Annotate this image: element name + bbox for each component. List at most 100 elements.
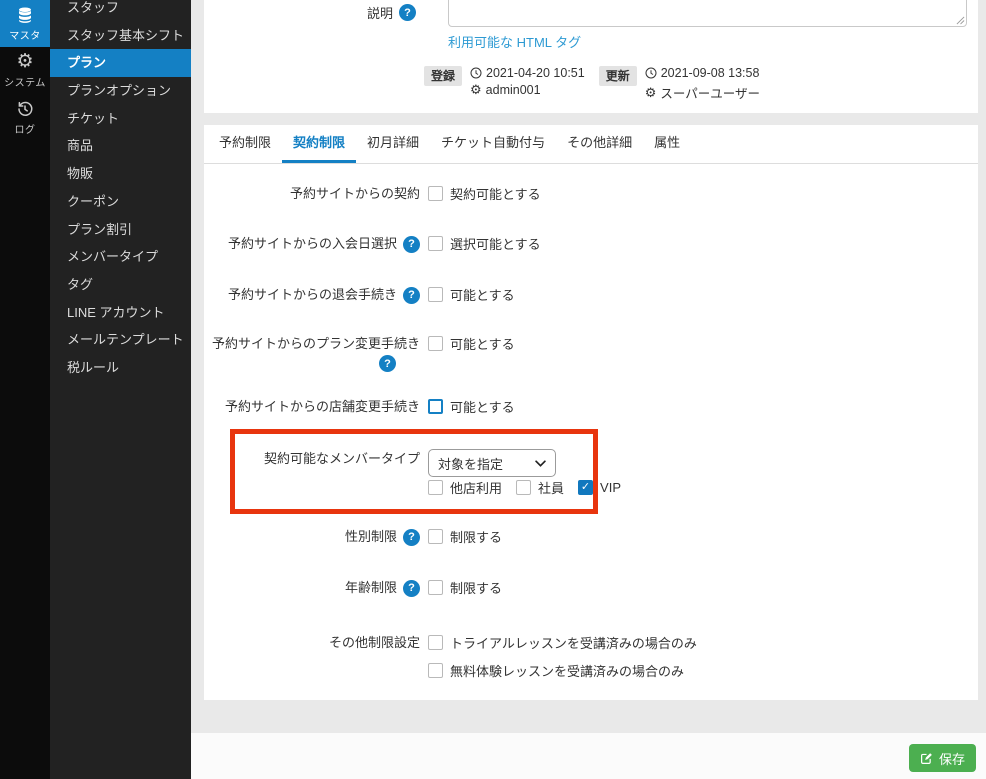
tab-attribute[interactable]: 属性 <box>643 125 691 163</box>
checkbox-label: 可能とする <box>450 397 515 416</box>
form-row-gender-restriction: 性別制限 ? 制限する <box>204 527 978 547</box>
row-label: 予約サイトからの店舗変更手続き <box>225 397 420 417</box>
checkbox-label: 他店利用 <box>450 478 502 497</box>
sidebar-item-member-type[interactable]: メンバータイプ <box>50 243 191 271</box>
checkbox-label: 制限する <box>450 527 502 546</box>
sidebar-item-plan[interactable]: プラン <box>50 49 191 77</box>
checkbox-box[interactable]: ✓ <box>578 480 593 495</box>
checkbox-label: 無料体験レッスンを受講済みの場合のみ <box>450 661 684 680</box>
row-label: 契約可能なメンバータイプ <box>264 449 420 469</box>
help-icon[interactable]: ? <box>379 355 396 372</box>
created-at: 2021-04-20 10:51 <box>486 66 585 80</box>
sidebar-item-product[interactable]: 商品 <box>50 132 191 160</box>
sidebar-item-line-account[interactable]: LINE アカウント <box>50 299 191 327</box>
help-icon[interactable]: ? <box>403 236 420 253</box>
sidebar-item-tax-rule[interactable]: 税ルール <box>50 354 191 382</box>
rail-item-label: システム <box>4 74 46 89</box>
sidebar-item-plan-option[interactable]: プランオプション <box>50 77 191 105</box>
sidebar-item-mail-template[interactable]: メールテンプレート <box>50 326 191 354</box>
row-label: 性別制限 <box>345 527 397 547</box>
clock-icon <box>470 67 482 79</box>
tab-bar: 予約制限 契約制限 初月詳細 チケット自動付与 その他詳細 属性 <box>204 125 978 164</box>
rail-item-log[interactable]: ログ <box>0 94 50 141</box>
checkbox-box[interactable] <box>428 663 443 678</box>
checkbox-plan-change-allowed[interactable]: 可能とする <box>428 334 515 353</box>
sidebar-item-plan-discount[interactable]: プラン割引 <box>50 216 191 244</box>
tab-first-month-detail[interactable]: 初月詳細 <box>356 125 430 163</box>
checkbox-box[interactable] <box>428 236 443 251</box>
checkbox-employee[interactable]: 社員 <box>516 478 564 497</box>
sidebar-item-goods[interactable]: 物販 <box>50 160 191 188</box>
checkbox-trial-lesson-only[interactable]: トライアルレッスンを受講済みの場合のみ <box>428 633 697 652</box>
form-row-withdrawal: 予約サイトからの退会手続き ? 可能とする <box>204 285 978 305</box>
save-button[interactable]: 保存 <box>909 744 976 772</box>
sidebar-item-ticket[interactable]: チケット <box>50 105 191 133</box>
chevron-down-icon <box>535 460 546 467</box>
sidebar-item-tag[interactable]: タグ <box>50 271 191 299</box>
form-row-age-restriction: 年齢制限 ? 制限する <box>204 578 978 598</box>
rail-item-label: ログ <box>15 121 36 136</box>
form-row-other-restrictions-2: 無料体験レッスンを受講済みの場合のみ <box>204 661 978 681</box>
save-button-label: 保存 <box>939 749 965 768</box>
tab-other-detail[interactable]: その他詳細 <box>556 125 643 163</box>
row-label: 予約サイトからの入会日選択 <box>228 234 397 254</box>
rail-item-master[interactable]: マスタ <box>0 0 50 47</box>
checkbox-age-restrict[interactable]: 制限する <box>428 578 502 597</box>
checkbox-box[interactable] <box>428 580 443 595</box>
row-label: その他制限設定 <box>329 633 420 653</box>
checkbox-box[interactable] <box>428 399 443 414</box>
checkbox-box[interactable] <box>428 480 443 495</box>
description-label-row: 説明 ? <box>204 3 416 22</box>
sidebar-item-staff[interactable]: スタッフ <box>50 0 191 22</box>
checkbox-box[interactable] <box>428 287 443 302</box>
form-row-join-date-select: 予約サイトからの入会日選択 ? 選択可能とする <box>204 234 978 254</box>
checkbox-contract-allowed[interactable]: 契約可能とする <box>428 184 541 203</box>
updated-badge: 更新 <box>599 66 637 86</box>
icon-rail: マスタ ⚙ システム ログ <box>0 0 50 779</box>
help-icon[interactable]: ? <box>403 529 420 546</box>
description-card: 説明 ? 利用可能な HTML タグ 登録 2021-04-20 10:51 ⚙… <box>204 0 978 113</box>
checkbox-label: VIP <box>600 480 621 495</box>
created-badge: 登録 <box>424 66 462 86</box>
description-textarea[interactable] <box>448 0 967 27</box>
checkbox-label: 制限する <box>450 578 502 597</box>
checkbox-join-date-selectable[interactable]: 選択可能とする <box>428 234 541 253</box>
checkbox-withdrawal-allowed[interactable]: 可能とする <box>428 285 515 304</box>
checkbox-gender-restrict[interactable]: 制限する <box>428 527 502 546</box>
checkbox-free-trial-lesson-only[interactable]: 無料体験レッスンを受講済みの場合のみ <box>428 661 684 680</box>
help-icon[interactable]: ? <box>399 4 416 21</box>
checkbox-other-store-use[interactable]: 他店利用 <box>428 478 502 497</box>
row-label: 予約サイトからのプラン変更手続き <box>212 334 420 354</box>
rail-item-system[interactable]: ⚙ システム <box>0 47 50 94</box>
checkbox-box[interactable] <box>516 480 531 495</box>
sidebar-menu: スタッフ スタッフ基本シフト プラン プランオプション チケット 商品 物販 ク… <box>50 0 191 382</box>
sidebar-item-coupon[interactable]: クーポン <box>50 188 191 216</box>
checkbox-store-change-allowed[interactable]: 可能とする <box>428 397 515 416</box>
created-meta: 登録 2021-04-20 10:51 ⚙ admin001 <box>424 66 585 102</box>
checkbox-vip[interactable]: ✓ VIP <box>578 480 621 495</box>
tab-contract-restriction[interactable]: 契約制限 <box>282 125 356 163</box>
gear-icon: ⚙ <box>645 87 657 99</box>
updated-at: 2021-09-08 13:58 <box>661 66 760 80</box>
available-html-tags-link[interactable]: 利用可能な HTML タグ <box>448 32 581 51</box>
checkbox-box[interactable] <box>428 529 443 544</box>
checkbox-box[interactable] <box>428 635 443 650</box>
footer-bar: 保存 <box>191 733 986 779</box>
master-sidebar: スタッフ スタッフ基本シフト プラン プランオプション チケット 商品 物販 ク… <box>50 0 191 779</box>
edit-icon <box>920 752 933 765</box>
row-label: 予約サイトからの退会手続き <box>228 285 397 305</box>
form-row-store-change: 予約サイトからの店舗変更手続き 可能とする <box>204 397 978 417</box>
form-row-plan-change: 予約サイトからのプラン変更手続き ? 可能とする <box>204 334 978 354</box>
gear-icon: ⚙ <box>16 52 33 71</box>
checkbox-box[interactable] <box>428 336 443 351</box>
checkbox-box[interactable] <box>428 186 443 201</box>
form-row-member-type-options: 他店利用 社員 ✓ VIP <box>204 478 978 498</box>
member-type-select[interactable]: 対象を指定 <box>428 449 556 477</box>
checkbox-label: 可能とする <box>450 334 515 353</box>
help-icon[interactable]: ? <box>403 287 420 304</box>
sidebar-item-staff-shift[interactable]: スタッフ基本シフト <box>50 22 191 50</box>
help-icon[interactable]: ? <box>403 580 420 597</box>
checkbox-label: 選択可能とする <box>450 234 541 253</box>
tab-ticket-auto-grant[interactable]: チケット自動付与 <box>430 125 556 163</box>
tab-reservation-restriction[interactable]: 予約制限 <box>208 125 282 163</box>
